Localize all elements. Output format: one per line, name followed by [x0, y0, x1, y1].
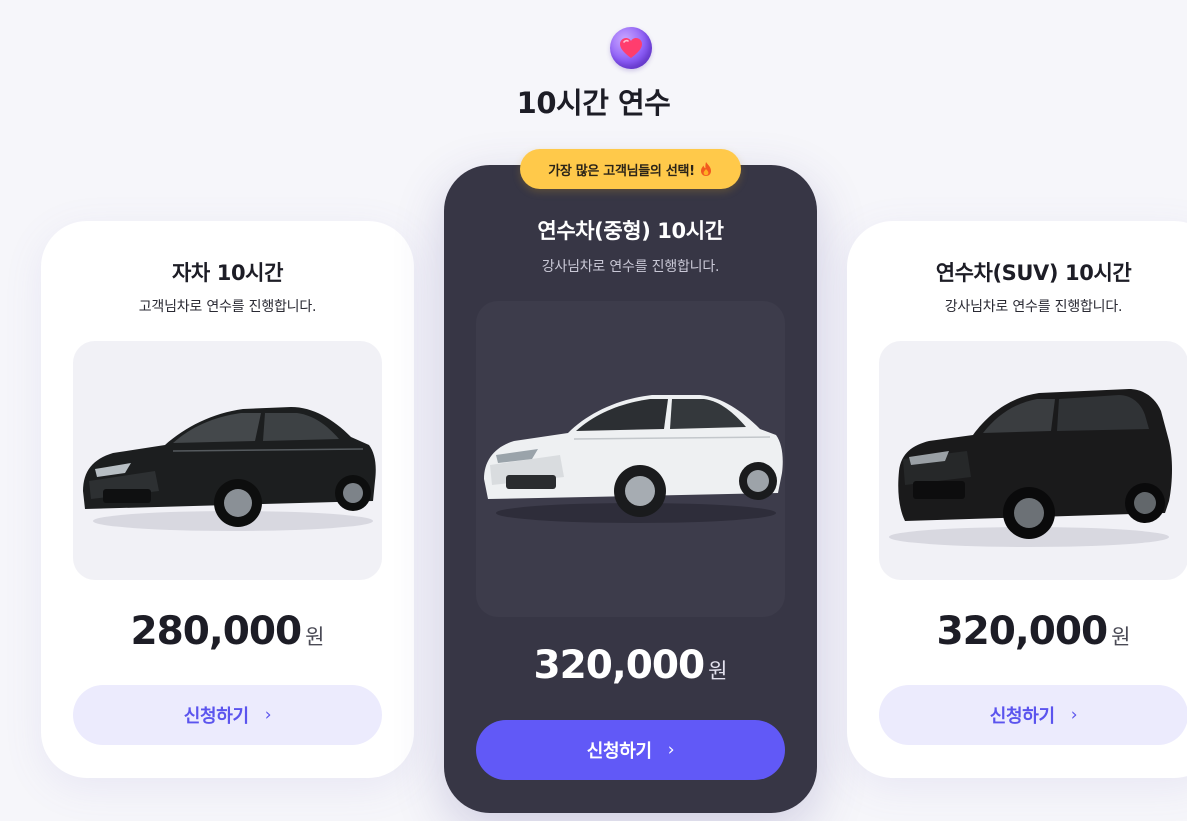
- plan-card-mid-size: 연수차(중형) 10시간 강사님차로 연수를 진행합니다. 320,000원: [444, 165, 817, 813]
- page-title: 10시간 연수: [516, 86, 671, 120]
- price-unit: 원: [1111, 625, 1131, 649]
- plan-card-own-car: 자차 10시간 고객님차로 연수를 진행합니다. 280,000 원 신청하기 …: [41, 221, 414, 778]
- price: 320,000 원: [444, 643, 817, 688]
- price-amount: 320,000: [936, 609, 1109, 654]
- apply-button-label: 신청하기: [586, 741, 652, 762]
- plan-card-suv: 연수차(SUV) 10시간 강사님차로 연수를 진행합니다. 320,000 원 …: [847, 221, 1187, 778]
- black-sedan-icon: [83, 407, 376, 531]
- price: 320,000 원: [847, 609, 1187, 654]
- apply-button[interactable]: 신청하기 ›: [879, 685, 1187, 745]
- car-image: [476, 301, 785, 617]
- plan-title: 연수차(중형) 10시간: [537, 219, 724, 243]
- fire-icon: [699, 161, 713, 177]
- chevron-right-icon: ›: [667, 740, 675, 760]
- apply-button[interactable]: 신청하기 ›: [73, 685, 382, 745]
- car-image: [879, 341, 1187, 580]
- plan-subtitle: 고객님차로 연수를 진행합니다.: [138, 299, 317, 315]
- price-unit: 원: [708, 659, 728, 683]
- plan-title: 자차 10시간: [171, 261, 283, 285]
- popular-badge: 가장 많은 고객님들의 선택!: [520, 149, 741, 189]
- apply-button-label: 신청하기: [183, 706, 249, 727]
- plan-title: 연수차(SUV) 10시간: [935, 261, 1132, 285]
- popular-badge-label: 가장 많은 고객님들의 선택!: [548, 163, 695, 179]
- chevron-right-icon: ›: [264, 705, 272, 725]
- chevron-right-icon: ›: [1070, 705, 1078, 725]
- plan-subtitle: 강사님차로 연수를 진행합니다.: [541, 259, 720, 275]
- pricing-section: 10시간 연수 자차 10시간 고객님차로 연수를 진행합니다. 280,000…: [0, 0, 1187, 821]
- price: 280,000 원: [41, 609, 414, 654]
- price-unit: 원: [305, 625, 325, 649]
- white-sedan-icon: [484, 395, 783, 523]
- car-image: [73, 341, 382, 580]
- heart-icon: [610, 27, 652, 69]
- plan-subtitle: 강사님차로 연수를 진행합니다.: [944, 299, 1123, 315]
- price-amount: 280,000: [130, 609, 303, 654]
- apply-button-label: 신청하기: [989, 706, 1055, 727]
- apply-button[interactable]: 신청하기 ›: [476, 720, 785, 780]
- black-suv-icon: [889, 389, 1172, 547]
- price-amount: 320,000: [533, 643, 706, 688]
